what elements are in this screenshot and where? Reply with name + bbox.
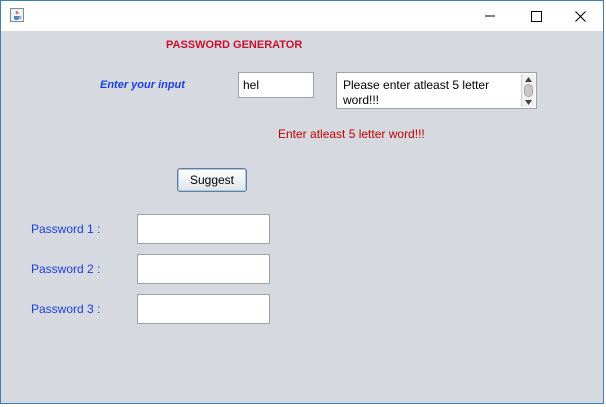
input-label: Enter your input <box>100 79 185 91</box>
password-2-field[interactable] <box>137 254 270 284</box>
close-button[interactable] <box>557 1 603 31</box>
suggest-button[interactable]: Suggest <box>177 168 247 192</box>
minimize-button[interactable] <box>467 1 513 31</box>
message-text-area[interactable]: Please enter atleast 5 letter word!!! <box>336 72 537 109</box>
scroll-up-arrow-icon[interactable] <box>522 75 535 83</box>
scroll-thumb[interactable] <box>524 84 533 97</box>
error-message: Enter atleast 5 letter word!!! <box>278 127 425 141</box>
maximize-button[interactable] <box>513 1 559 31</box>
password-3-field[interactable] <box>137 294 270 324</box>
title-bar[interactable] <box>1 1 603 31</box>
java-cup-icon <box>10 8 24 22</box>
minimize-icon <box>485 15 495 17</box>
app-window: PASSWORD GENERATOR Enter your input Plea… <box>0 0 604 404</box>
word-input[interactable] <box>238 72 314 98</box>
password-3-label: Password 3 : <box>31 302 101 316</box>
page-title: PASSWORD GENERATOR <box>166 39 303 51</box>
close-icon <box>574 10 586 22</box>
password-1-label: Password 1 : <box>31 222 101 236</box>
scroll-down-arrow-icon[interactable] <box>522 98 535 106</box>
message-text: Please enter atleast 5 letter word!!! <box>343 78 490 107</box>
password-2-label: Password 2 : <box>31 262 101 276</box>
password-1-field[interactable] <box>137 214 270 244</box>
vertical-scrollbar[interactable] <box>521 74 535 107</box>
maximize-icon <box>530 10 542 22</box>
